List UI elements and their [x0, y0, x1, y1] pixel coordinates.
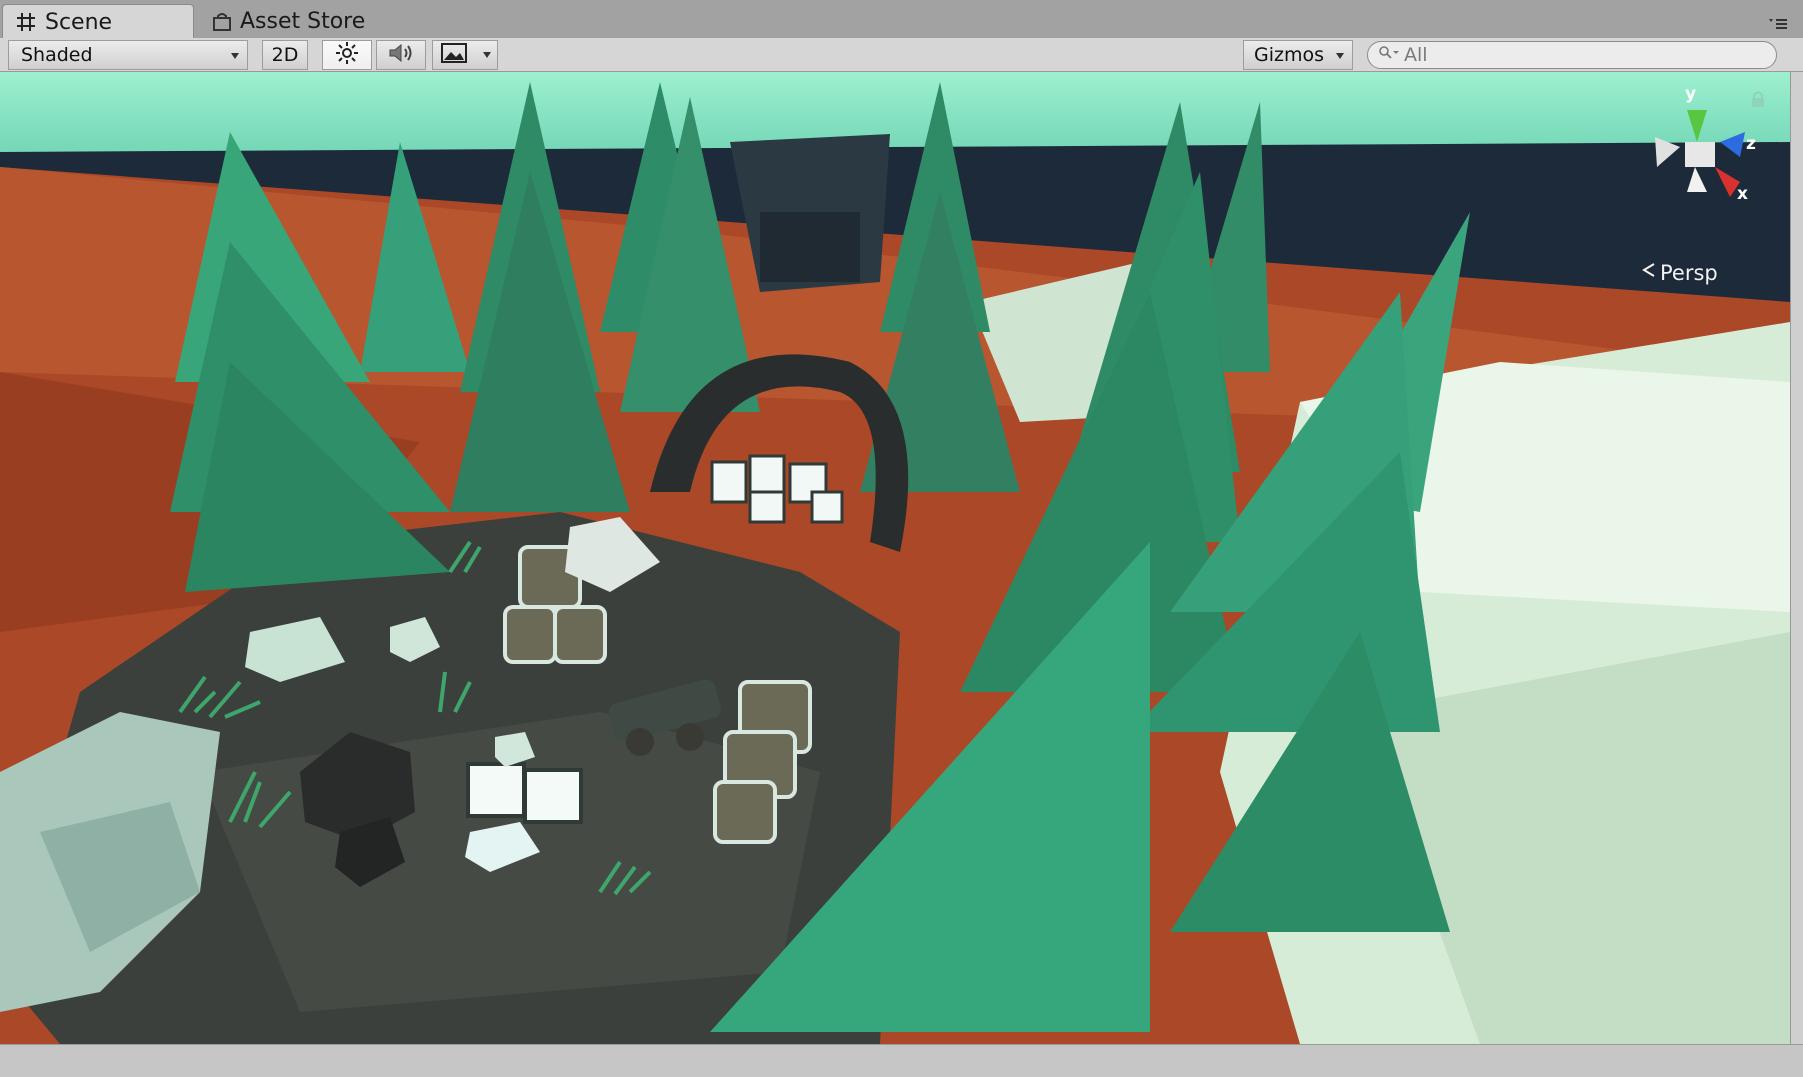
- tab-asset-store-label: Asset Store: [240, 9, 366, 34]
- projection-label: Persp: [1660, 260, 1718, 285]
- grid-icon: [15, 11, 37, 33]
- tab-scene[interactable]: Scene: [2, 4, 194, 39]
- scene-viewport[interactable]: y z x Persp: [0, 72, 1790, 1044]
- tab-menu-icon[interactable]: [1767, 16, 1789, 36]
- mode-2d-button[interactable]: 2D: [262, 40, 308, 70]
- scene-toolbar: Shaded 2D Gizmos: [0, 38, 1803, 72]
- tab-bar: Scene Asset Store: [0, 0, 1803, 39]
- axis-z-label: z: [1746, 134, 1756, 154]
- effects-dropdown[interactable]: [432, 40, 498, 70]
- vertical-scrollbar[interactable]: [1790, 72, 1803, 1044]
- audio-toggle[interactable]: [376, 40, 426, 70]
- scene-render: [0, 72, 1790, 1044]
- mode-2d-label: 2D: [271, 44, 299, 66]
- image-icon: [441, 42, 467, 69]
- axis-y-label: y: [1685, 84, 1697, 104]
- bottom-bar: [0, 1044, 1803, 1077]
- tab-asset-store[interactable]: Asset Store: [200, 5, 420, 38]
- chevron-left-icon: [1640, 260, 1656, 285]
- search-field[interactable]: [1367, 41, 1777, 69]
- search-input[interactable]: [1400, 44, 1734, 66]
- shading-mode-dropdown[interactable]: Shaded: [8, 40, 248, 70]
- lighting-toggle[interactable]: [322, 40, 372, 70]
- projection-toggle[interactable]: Persp: [1640, 260, 1718, 285]
- temple-doorway: [760, 212, 860, 282]
- chevron-down-icon: [483, 52, 491, 58]
- gizmos-dropdown[interactable]: Gizmos: [1243, 40, 1353, 70]
- shopping-bag-icon: [212, 12, 232, 32]
- axis-x-label: x: [1737, 184, 1748, 204]
- gizmos-label: Gizmos: [1254, 44, 1325, 66]
- shading-mode-label: Shaded: [21, 44, 93, 66]
- sun-icon: [335, 41, 359, 70]
- tab-scene-label: Scene: [45, 9, 113, 35]
- lock-icon[interactable]: [1750, 90, 1766, 112]
- speaker-icon: [387, 41, 415, 70]
- crates-front: [466, 762, 583, 824]
- search-icon: [1378, 44, 1400, 66]
